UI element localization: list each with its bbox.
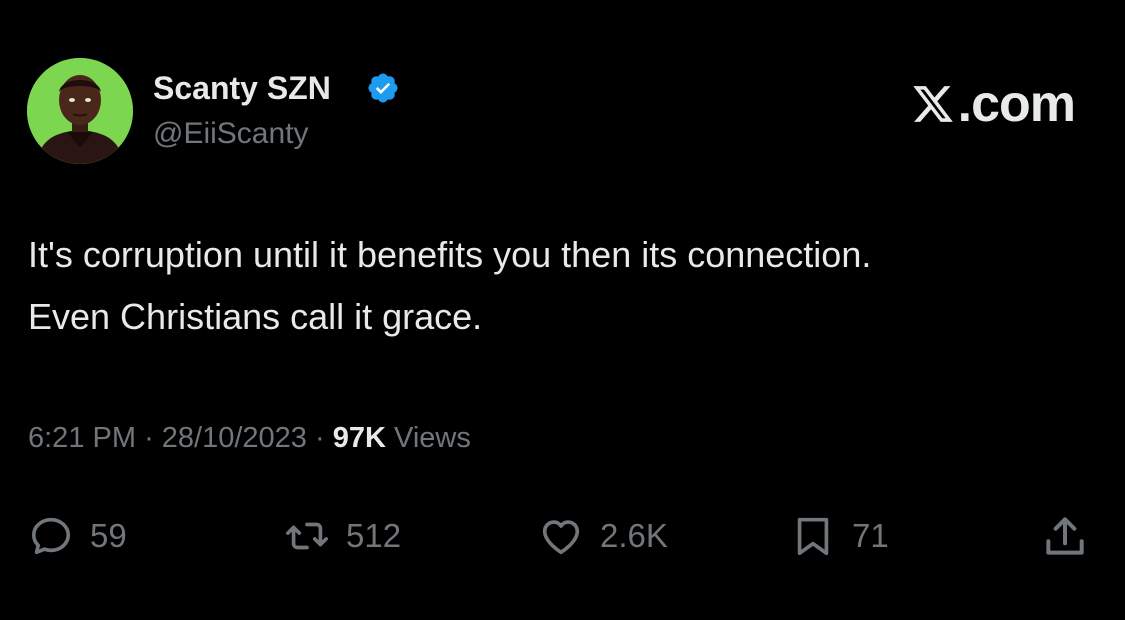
tweet-date[interactable]: 28/10/2023 <box>162 422 307 454</box>
heart-icon <box>542 520 580 555</box>
author-handle[interactable]: @EiiScanty <box>153 114 309 154</box>
repost-count: 512 <box>346 517 402 554</box>
reply-count: 59 <box>90 517 127 554</box>
repost-button[interactable]: 512 <box>284 506 401 566</box>
meta-separator: · <box>144 422 154 454</box>
bookmark-count: 71 <box>852 517 889 554</box>
views-label[interactable]: Views <box>394 422 471 454</box>
author-display-name[interactable]: Scanty SZN <box>153 68 331 108</box>
reply-icon <box>31 517 71 555</box>
repost-icon <box>286 522 328 550</box>
avatar[interactable] <box>27 58 133 164</box>
tweet-line-1: It's corruption until it benefits you th… <box>28 234 872 275</box>
brand-watermark: .com <box>910 74 1076 134</box>
tweet-line-2: Even Christians call it grace. <box>28 296 483 337</box>
like-button[interactable]: 2.6K <box>538 506 668 566</box>
meta-separator: · <box>315 422 325 454</box>
tweet-meta: 6:21 PM · 28/10/2023 · 97K Views <box>28 418 471 458</box>
verified-badge-icon <box>368 73 398 103</box>
views-count[interactable]: 97K <box>333 422 386 454</box>
bookmark-icon <box>797 517 829 556</box>
bookmark-button[interactable]: 71 <box>790 506 889 566</box>
avatar-image <box>27 58 133 164</box>
brand-label: .com <box>957 75 1076 133</box>
tweet-text: It's corruption until it benefits you th… <box>28 224 1098 348</box>
tweet-time[interactable]: 6:21 PM <box>28 422 136 454</box>
reply-button[interactable]: 59 <box>28 506 127 566</box>
like-count: 2.6K <box>600 517 668 554</box>
share-icon[interactable] <box>1040 512 1090 562</box>
tweet-actions: 59 512 2.6K 71 <box>0 506 1125 566</box>
x-logo-icon <box>912 86 953 122</box>
